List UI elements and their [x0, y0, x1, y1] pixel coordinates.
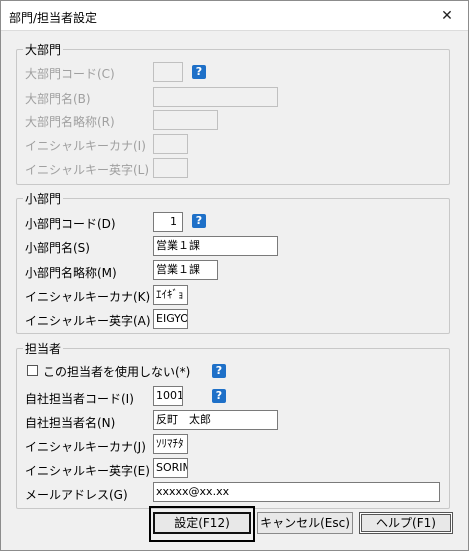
no-use-checkbox[interactable] [27, 365, 38, 376]
large-dept-code-label: 大部門コード(C) [25, 67, 115, 81]
large-dept-eng-label: イニシャルキー英字(L) [25, 163, 150, 177]
large-dept-code-help-icon[interactable]: ? [192, 65, 206, 79]
staff-group-title: 担当者 [23, 340, 64, 357]
large-dept-name-input[interactable] [153, 87, 278, 107]
large-dept-code-input[interactable] [153, 62, 183, 82]
small-dept-name-input[interactable]: 営業１課 [153, 236, 278, 256]
staff-eng-label: イニシャルキー英字(E) [25, 464, 150, 478]
staff-kana-label: イニシャルキーカナ(J) [25, 440, 146, 454]
staff-eng-input[interactable]: SORIM [153, 458, 188, 478]
staff-name-input[interactable]: 反町 太郎 [153, 410, 278, 430]
small-dept-kana-label: イニシャルキーカナ(K) [25, 290, 151, 304]
title-bar: 部門/担当者設定 ✕ [1, 1, 468, 31]
large-dept-short-label: 大部門名略称(R) [25, 115, 115, 129]
mail-input[interactable]: xxxxx@xx.xx [153, 482, 440, 502]
staff-kana-input[interactable]: ｿﾘﾏﾁﾀ [153, 434, 188, 454]
small-dept-short-label: 小部門名略称(M) [25, 266, 117, 280]
staff-name-label: 自社担当者名(N) [25, 416, 116, 430]
large-dept-kana-input[interactable] [153, 134, 188, 154]
small-dept-eng-label: イニシャルキー英字(A) [25, 314, 151, 328]
large-dept-group-title: 大部門 [23, 41, 64, 58]
set-button[interactable]: 設定(F12) [153, 512, 251, 534]
large-dept-kana-label: イニシャルキーカナ(I) [25, 139, 146, 153]
large-dept-eng-input[interactable] [153, 158, 188, 178]
small-dept-name-label: 小部門名(S) [25, 241, 90, 255]
staff-code-label: 自社担当者コード(I) [25, 392, 134, 406]
window-title: 部門/担当者設定 [9, 11, 98, 25]
staff-code-help-icon[interactable]: ? [212, 389, 226, 403]
no-use-help-icon[interactable]: ? [212, 364, 226, 378]
small-dept-code-input[interactable]: 1 [153, 212, 183, 232]
no-use-label[interactable]: この担当者を使用しない(*) [43, 363, 190, 380]
small-dept-code-label: 小部門コード(D) [25, 217, 116, 231]
cancel-button[interactable]: キャンセル(Esc) [257, 512, 353, 534]
help-button[interactable]: ヘルプ(F1) [359, 512, 453, 534]
large-dept-name-label: 大部門名(B) [25, 92, 91, 106]
small-dept-eng-input[interactable]: EIGYO [153, 309, 188, 329]
large-dept-short-input[interactable] [153, 110, 218, 130]
staff-code-input[interactable]: 1001 [153, 386, 183, 406]
small-dept-kana-input[interactable]: ｴｲｷﾞｮ [153, 285, 188, 305]
mail-label: メールアドレス(G) [25, 488, 128, 502]
small-dept-code-help-icon[interactable]: ? [192, 214, 206, 228]
small-dept-short-input[interactable]: 営業１課 [153, 260, 218, 280]
small-dept-group-title: 小部門 [23, 190, 64, 207]
dialog-window: 部門/担当者設定 ✕ 大部門 大部門コード(C) ? 大部門名(B) 大部門名略… [0, 0, 469, 551]
close-icon[interactable]: ✕ [430, 4, 464, 28]
